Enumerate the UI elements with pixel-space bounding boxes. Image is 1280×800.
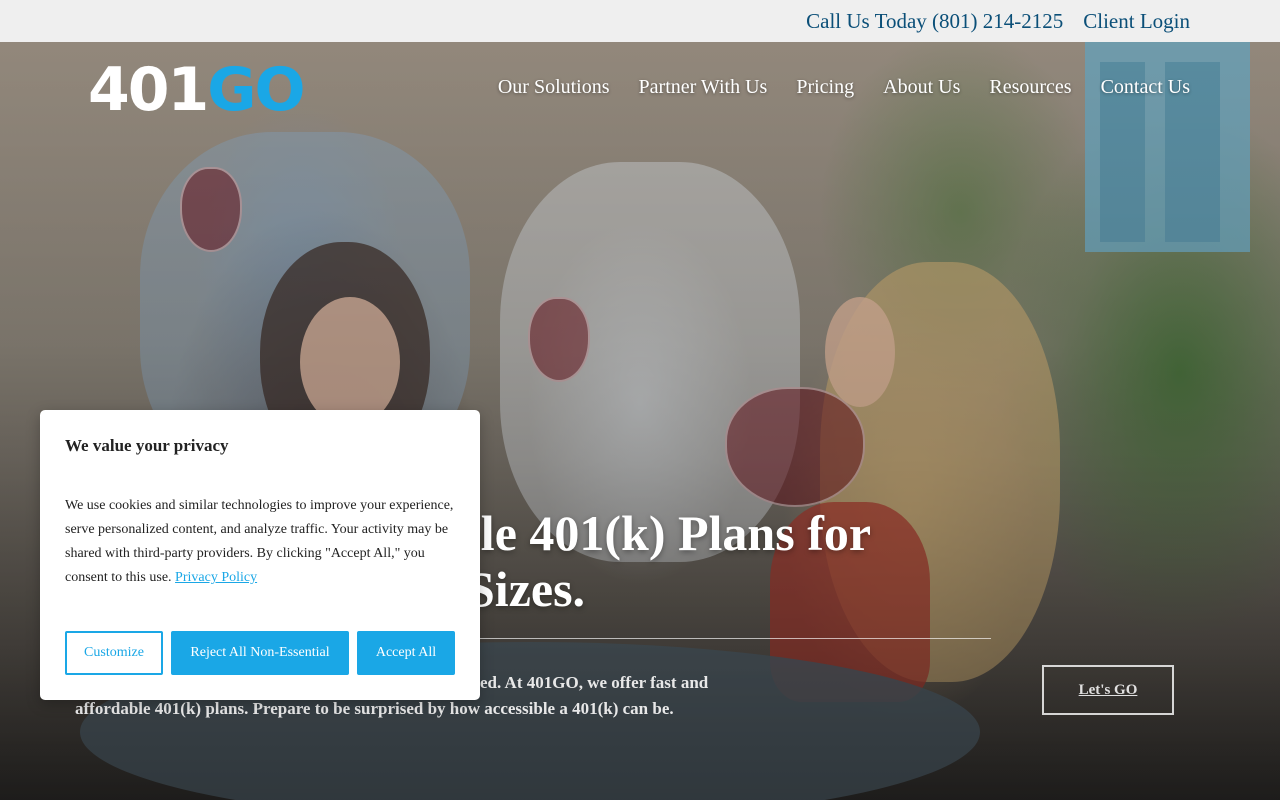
main-nav: Our Solutions Partner With Us Pricing Ab…	[498, 76, 1190, 99]
cookie-consent-dialog: We value your privacy We use cookies and…	[40, 410, 480, 700]
cookie-dialog-title: We value your privacy	[65, 436, 229, 455]
utility-bar: Call Us Today (801) 214-2125 Client Logi…	[0, 0, 1280, 42]
phone-link[interactable]: Call Us Today (801) 214-2125	[806, 9, 1063, 34]
reject-all-button[interactable]: Reject All Non-Essential	[171, 631, 349, 675]
logo-text-go: GO	[207, 55, 305, 125]
privacy-policy-link[interactable]: Privacy Policy	[175, 570, 257, 585]
nav-item-pricing[interactable]: Pricing	[796, 76, 854, 99]
site-logo[interactable]: 401 GO	[88, 55, 306, 125]
nav-item-our-solutions[interactable]: Our Solutions	[498, 76, 610, 99]
accept-all-button[interactable]: Accept All	[357, 631, 455, 675]
customize-button[interactable]: Customize	[65, 631, 163, 675]
nav-item-partner-with-us[interactable]: Partner With Us	[639, 76, 768, 99]
cookie-dialog-text: We use cookies and similar technologies …	[65, 498, 454, 585]
client-login-link[interactable]: Client Login	[1083, 9, 1190, 34]
nav-item-about-us[interactable]: About Us	[883, 76, 960, 99]
nav-item-contact-us[interactable]: Contact Us	[1101, 76, 1190, 99]
cookie-dialog-actions: Customize Reject All Non-Essential Accep…	[65, 631, 455, 675]
lets-go-button[interactable]: Let's GO	[1042, 665, 1174, 715]
logo-text-401: 401	[88, 55, 209, 125]
cookie-dialog-body: We use cookies and similar technologies …	[65, 494, 455, 590]
nav-item-resources[interactable]: Resources	[989, 76, 1071, 99]
